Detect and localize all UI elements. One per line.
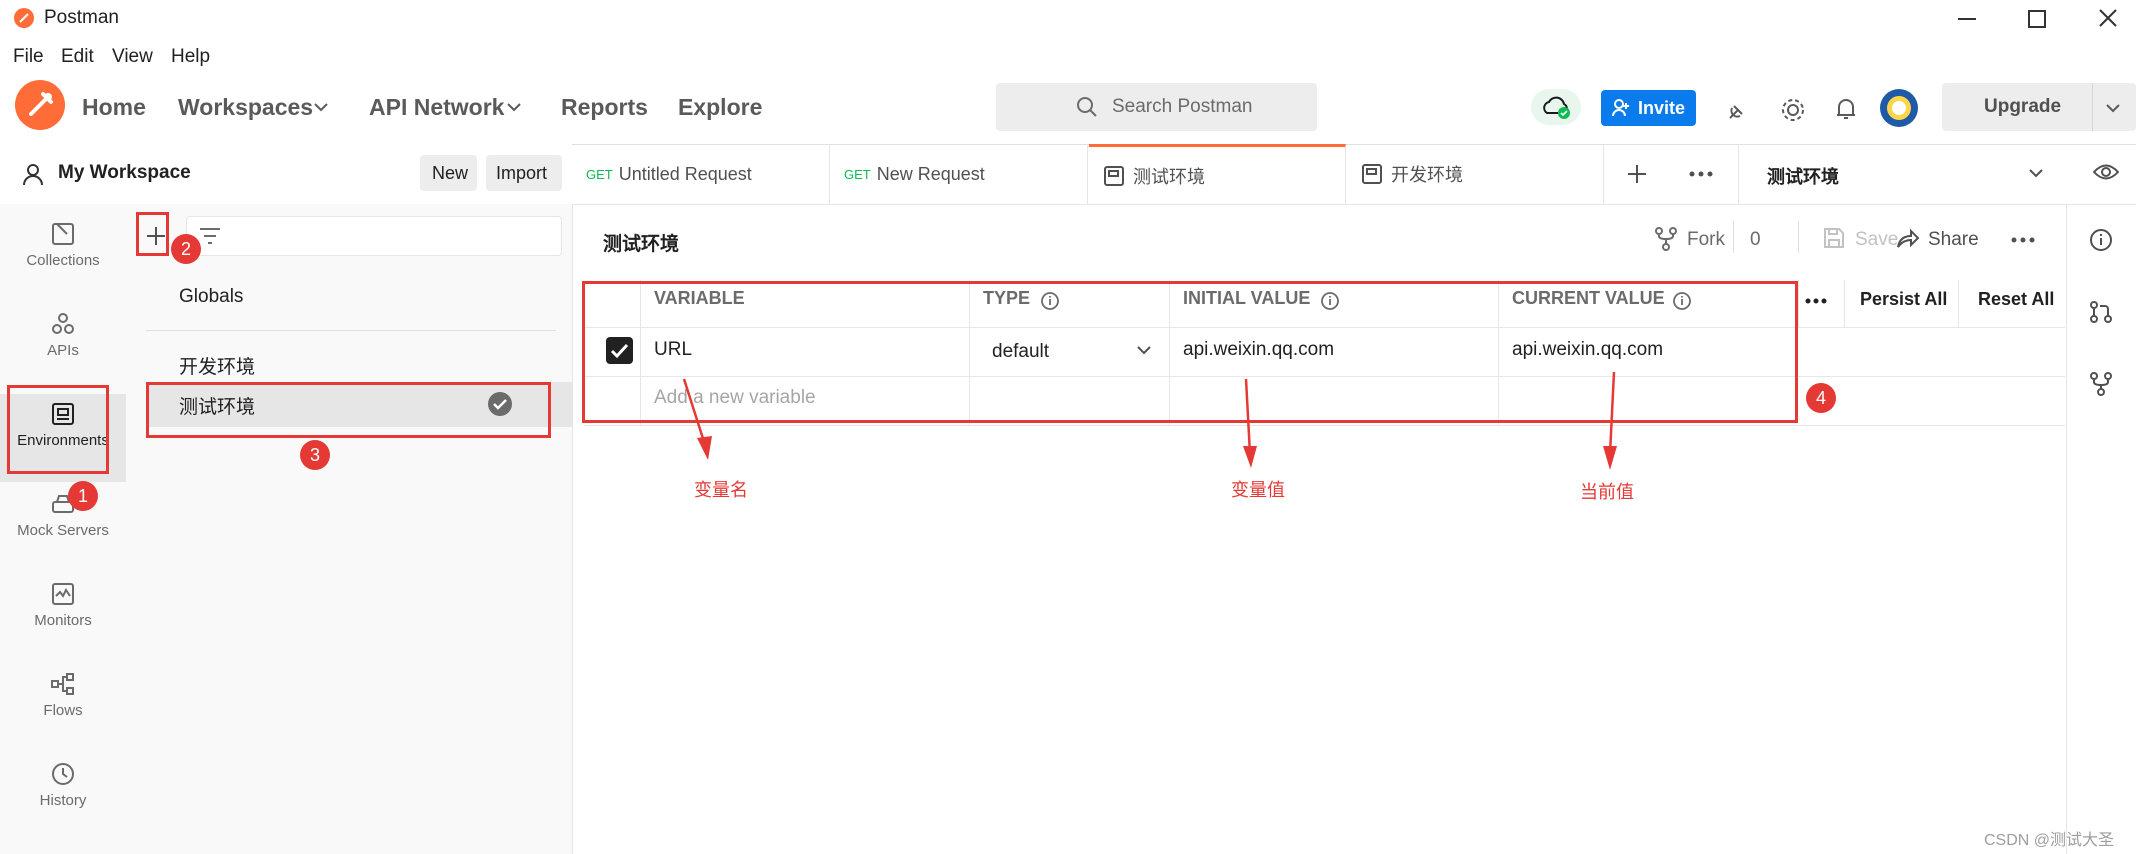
watermark: CSDN @测试大圣	[1984, 832, 2115, 849]
annotation-current-value: 当前值	[1580, 482, 1634, 502]
annotation-variable-value: 变量值	[1231, 480, 1285, 500]
annotation-variable-name: 变量名	[694, 480, 748, 500]
annotation-arrows	[682, 371, 1617, 470]
